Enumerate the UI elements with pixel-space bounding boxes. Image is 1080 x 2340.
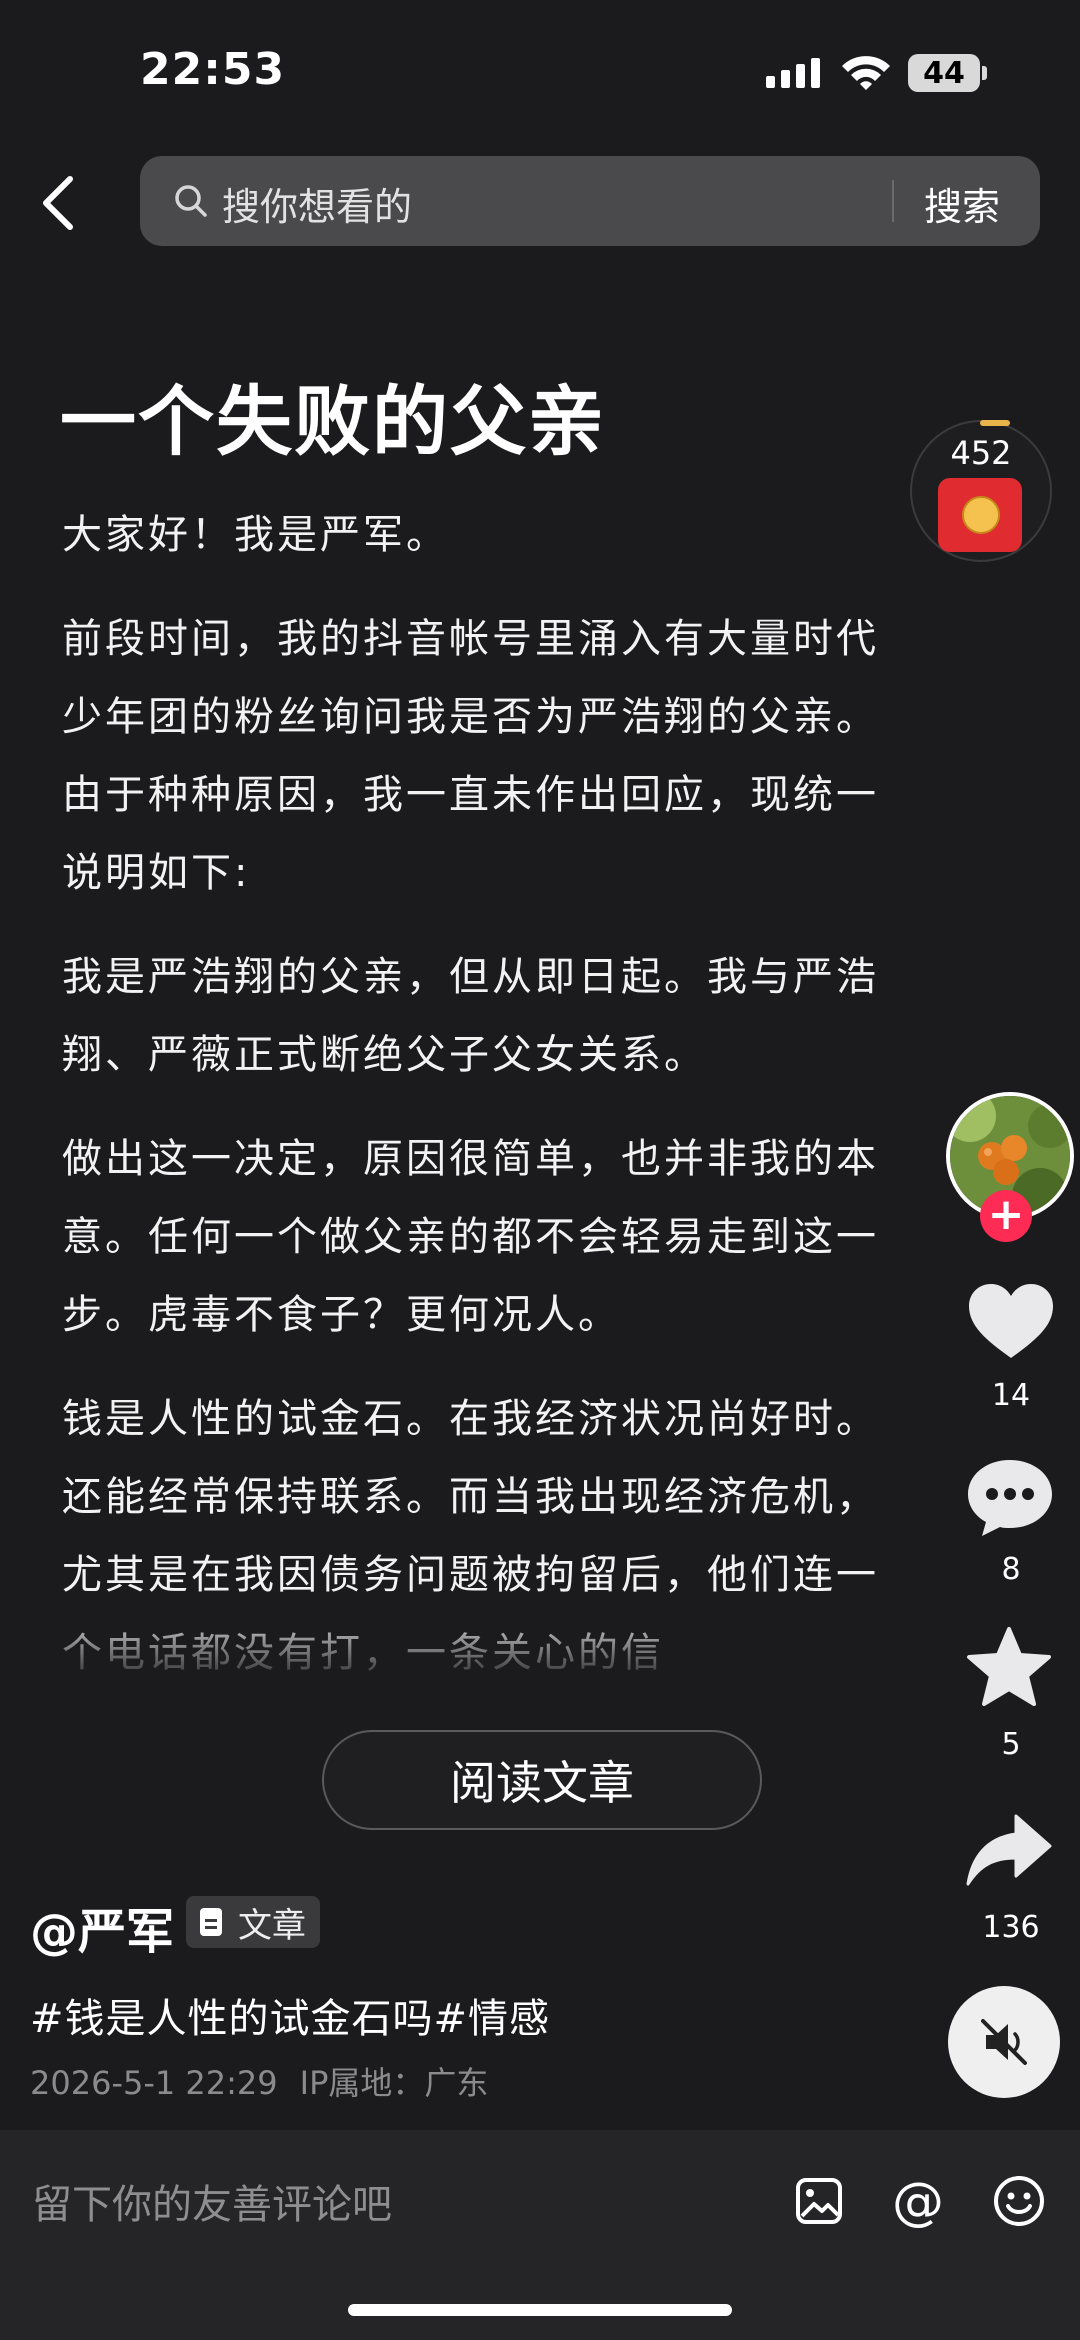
comment-icon[interactable] xyxy=(964,1456,1056,1540)
home-indicator xyxy=(348,2304,732,2316)
search-icon xyxy=(175,185,207,217)
author-name[interactable]: @严军 xyxy=(30,1892,174,1962)
red-packet-progress-arc xyxy=(980,420,1010,426)
like-count: 14 xyxy=(991,1378,1031,1413)
hashtag-link[interactable]: #情感 xyxy=(434,1996,551,2042)
comment-count: 8 xyxy=(1001,1552,1021,1587)
search-input[interactable]: 搜你想看的 xyxy=(222,176,412,231)
battery-cap xyxy=(982,66,987,80)
document-icon xyxy=(200,1908,222,1936)
article-tag[interactable]: 文章 xyxy=(186,1896,320,1948)
hashtag-link[interactable]: #钱是人性的试金石吗 xyxy=(30,1996,434,2042)
speaker-muted-icon xyxy=(981,2019,1027,2065)
follow-button[interactable]: + xyxy=(980,1190,1032,1242)
wifi-icon xyxy=(842,56,890,90)
ip-location: IP属地：广东 xyxy=(299,2064,489,2102)
red-packet-coin xyxy=(962,496,1000,534)
favorite-count: 5 xyxy=(1001,1727,1021,1762)
image-picker-icon[interactable] xyxy=(794,2176,844,2226)
search-button[interactable]: 搜索 xyxy=(924,176,1000,231)
post-meta: 2026-5-1 22:29 IP属地：广东 xyxy=(30,2058,488,2104)
article-paragraph: 大家好！我是严军。 xyxy=(62,512,449,558)
heart-icon[interactable] xyxy=(966,1282,1056,1362)
mute-button[interactable] xyxy=(948,1986,1060,2098)
chevron-left-icon xyxy=(43,176,73,230)
comment-input[interactable]: 留下你的友善评论吧 xyxy=(32,2172,392,2230)
article-paragraph: 钱是人性的试金石。在我经济状况尚好时。还能经常保持联系。而当我出现经济危机，尤其… xyxy=(62,1396,879,1676)
mention-icon[interactable]: @ xyxy=(892,2172,944,2232)
hashtags: #钱是人性的试金石吗#情感 xyxy=(30,1986,550,2044)
article-paragraph: 前段时间，我的抖音帐号里涌入有大量时代少年团的粉丝询问我是否为严浩翔的父亲。由于… xyxy=(62,616,879,896)
cellular-signal-icon xyxy=(766,58,820,88)
emoji-icon[interactable] xyxy=(992,2174,1046,2228)
share-arrow-icon[interactable] xyxy=(966,1810,1052,1890)
status-time: 22:53 xyxy=(140,44,286,95)
read-article-button[interactable]: 阅读文章 xyxy=(322,1730,762,1830)
search-divider xyxy=(892,180,894,222)
article-body: 大家好！我是严军。 前段时间，我的抖音帐号里涌入有大量时代少年团的粉丝询问我是否… xyxy=(62,496,912,1716)
post-time: 2026-5-1 22:29 xyxy=(30,2064,278,2102)
article-paragraph: 做出这一决定，原因很简单，也并非我的本意。任何一个做父亲的都不会轻易走到这一步。… xyxy=(62,1136,879,1338)
article-paragraph: 我是严浩翔的父亲，但从即日起。我与严浩翔、严薇正式断绝父子父女关系。 xyxy=(62,954,879,1078)
red-packet-count: 452 xyxy=(950,434,1012,472)
battery-indicator: 44 xyxy=(908,54,980,92)
article-title: 一个失败的父亲 xyxy=(60,377,606,466)
star-icon[interactable] xyxy=(966,1626,1052,1708)
back-button[interactable] xyxy=(28,168,88,238)
article-tag-label: 文章 xyxy=(238,1905,306,1946)
share-count: 136 xyxy=(982,1910,1040,1945)
